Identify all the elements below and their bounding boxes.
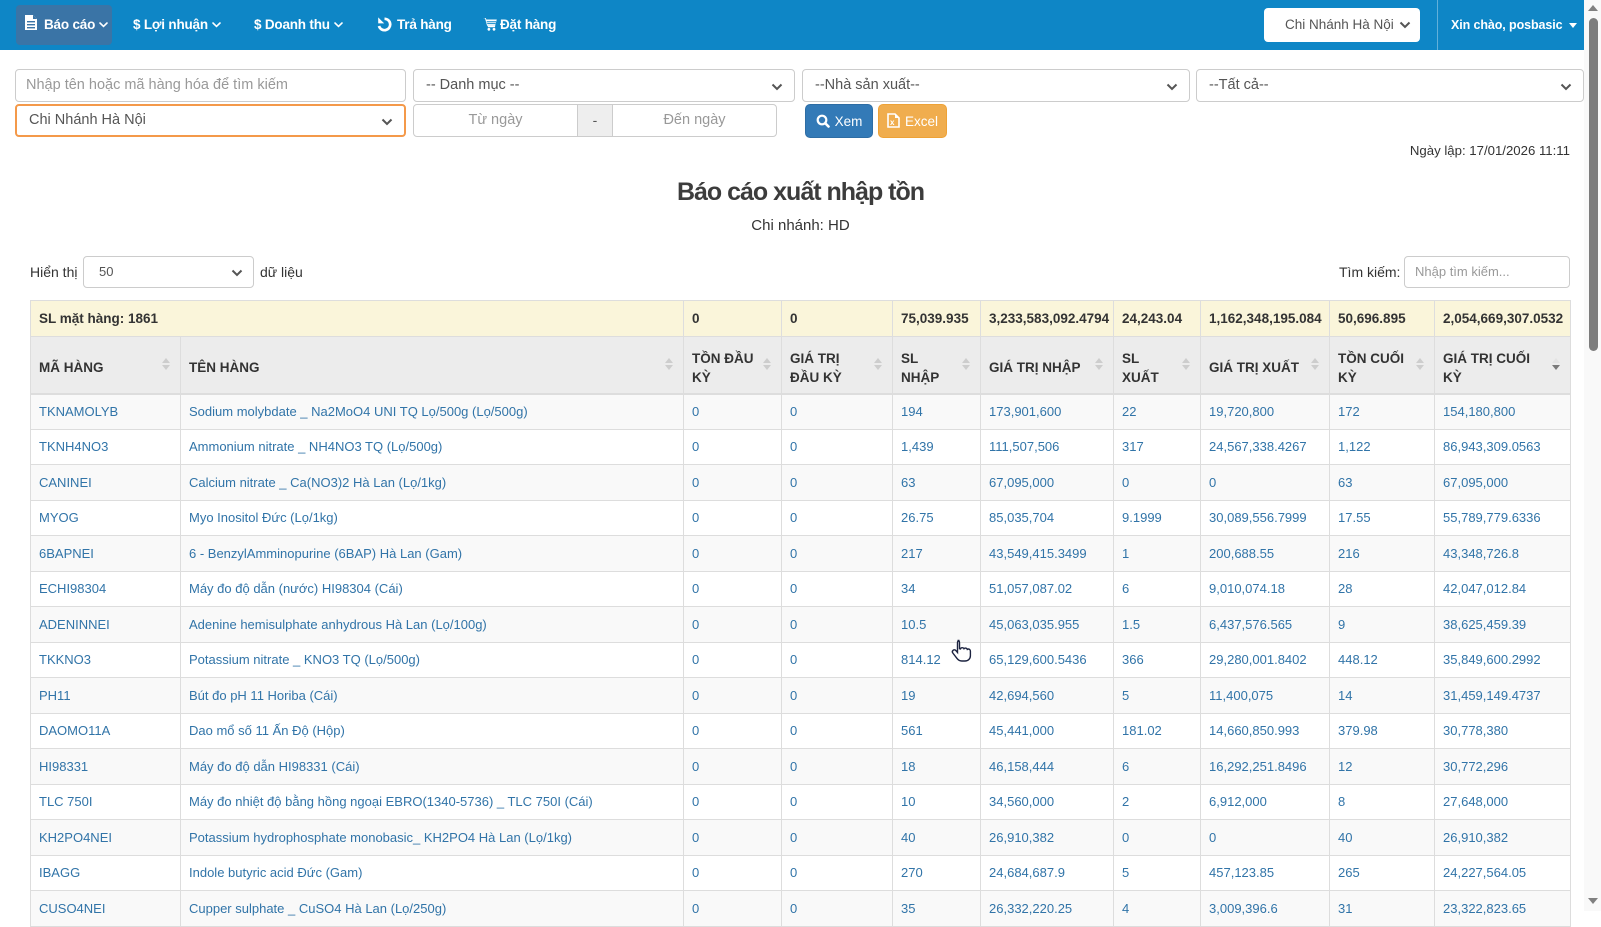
svg-text:x: x: [890, 118, 895, 127]
